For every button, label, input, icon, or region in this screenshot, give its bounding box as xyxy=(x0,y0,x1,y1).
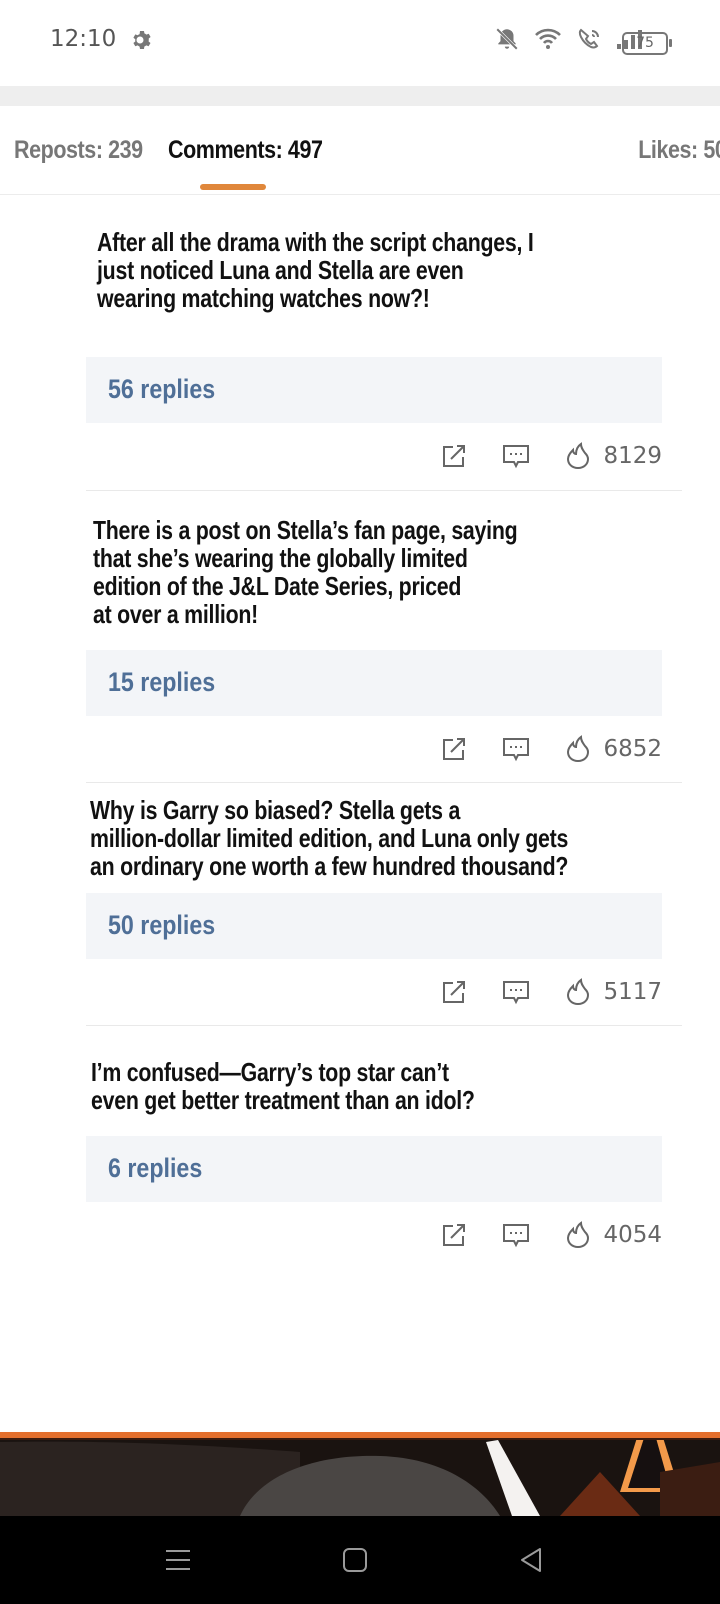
comment-text: I’m confused—Garry’s top star can’t even … xyxy=(91,1057,475,1115)
replies-box[interactable]: 15 replies xyxy=(86,650,662,716)
tab-reposts[interactable]: Reposts: 239 xyxy=(14,136,143,165)
comment-icon[interactable] xyxy=(501,441,531,471)
status-time: 12:10 xyxy=(50,26,117,52)
wifi-call-icon xyxy=(576,27,602,56)
comment-actions: 5117 xyxy=(407,977,662,1007)
tab-likes[interactable]: Likes: 50k xyxy=(638,136,720,165)
comment-icon[interactable] xyxy=(501,734,531,764)
flame-icon[interactable] xyxy=(563,734,593,764)
comic-panel-strip xyxy=(0,1432,720,1516)
navigation-bar xyxy=(0,1516,720,1604)
comment-text: There is a post on Stella’s fan page, sa… xyxy=(93,515,518,629)
share-icon[interactable] xyxy=(439,1220,469,1250)
like-count: 5117 xyxy=(603,979,662,1005)
divider xyxy=(86,490,682,491)
replies-box[interactable]: 56 replies xyxy=(86,357,662,423)
battery-indicator: 75 xyxy=(622,32,672,55)
comment-icon[interactable] xyxy=(501,977,531,1007)
divider xyxy=(86,1025,682,1026)
separator-band xyxy=(0,86,720,106)
comment-actions: 6852 xyxy=(407,734,662,764)
like-count: 8129 xyxy=(603,443,662,469)
divider xyxy=(86,782,682,783)
like-count: 6852 xyxy=(603,736,662,762)
replies-box[interactable]: 50 replies xyxy=(86,893,662,959)
back-icon[interactable] xyxy=(516,1544,548,1576)
share-icon[interactable] xyxy=(439,977,469,1007)
replies-link[interactable]: 50 replies xyxy=(108,910,215,941)
bell-off-icon xyxy=(494,26,520,57)
flame-icon[interactable] xyxy=(563,977,593,1007)
status-bar: 12:10 75 xyxy=(0,0,720,84)
share-icon[interactable] xyxy=(439,734,469,764)
replies-link[interactable]: 56 replies xyxy=(108,374,215,405)
comment-text: After all the drama with the script chan… xyxy=(97,227,534,313)
replies-box[interactable]: 6 replies xyxy=(86,1136,662,1202)
replies-link[interactable]: 6 replies xyxy=(108,1153,202,1184)
wifi-icon xyxy=(534,27,562,56)
tab-bar: Reposts: 239 Comments: 497 Likes: 50k xyxy=(0,106,720,195)
menu-icon[interactable] xyxy=(162,1544,194,1576)
panel-border-shadow xyxy=(0,1438,720,1440)
flame-icon[interactable] xyxy=(563,1220,593,1250)
tab-comments[interactable]: Comments: 497 xyxy=(168,136,323,165)
comment-icon[interactable] xyxy=(501,1220,531,1250)
home-icon[interactable] xyxy=(339,1544,371,1576)
gear-icon xyxy=(130,28,156,54)
panel-artwork xyxy=(0,1432,720,1516)
comment-actions: 4054 xyxy=(407,1220,662,1250)
flame-icon[interactable] xyxy=(563,441,593,471)
share-icon[interactable] xyxy=(439,441,469,471)
like-count: 4054 xyxy=(603,1222,662,1248)
active-tab-indicator xyxy=(200,184,266,190)
comment-text: Why is Garry so biased? Stella gets a mil… xyxy=(90,795,569,881)
comment-actions: 8129 xyxy=(407,441,662,471)
replies-link[interactable]: 15 replies xyxy=(108,667,215,698)
